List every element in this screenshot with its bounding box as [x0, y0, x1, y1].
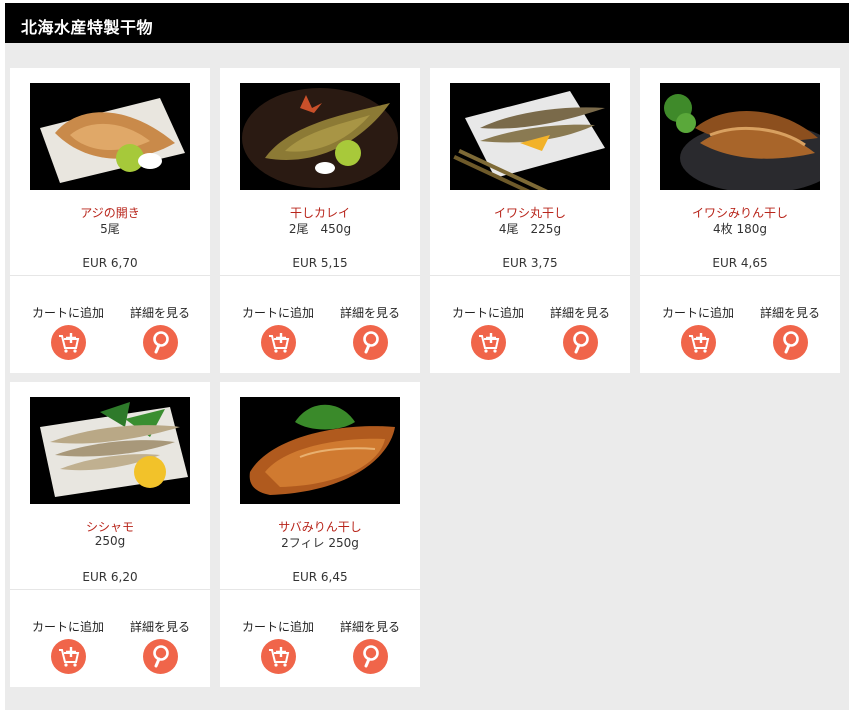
card-divider: [220, 589, 420, 590]
cart-plus-icon[interactable]: [470, 325, 506, 360]
view-details-button[interactable]: 詳細を見る: [110, 618, 210, 674]
product-name[interactable]: シシャモ: [10, 518, 210, 535]
product-price: EUR 6,45: [292, 570, 348, 584]
product-description: 2フィレ 250g: [281, 536, 359, 550]
magnifier-icon[interactable]: [352, 325, 388, 360]
view-details-label: 詳細を見る: [339, 620, 400, 634]
cart-plus-icon[interactable]: [50, 639, 86, 674]
product-description: 2尾 450g: [288, 222, 352, 236]
cart-plus-icon[interactable]: [260, 325, 296, 360]
product-name[interactable]: 干しカレイ: [220, 204, 420, 221]
add-to-cart-label: カートに追加: [241, 620, 314, 634]
view-details-label: 詳細を見る: [549, 306, 610, 320]
product-price: EUR 3,75: [502, 256, 558, 270]
product-name[interactable]: アジの開き: [10, 204, 210, 221]
add-to-cart-label: カートに追加: [31, 620, 104, 634]
magnifier-icon[interactable]: [562, 325, 598, 360]
card-divider: [430, 275, 630, 276]
add-to-cart-button[interactable]: カートに追加: [648, 304, 748, 360]
product-description: 4枚 180g: [713, 222, 767, 236]
view-details-label: 詳細を見る: [129, 306, 190, 320]
product-image-shishamo[interactable]: [30, 397, 190, 504]
add-to-cart-button[interactable]: カートに追加: [18, 304, 118, 360]
add-to-cart-button[interactable]: カートに追加: [228, 304, 328, 360]
card-divider: [220, 275, 420, 276]
product-name[interactable]: イワシ丸干し: [430, 204, 630, 221]
view-details-button[interactable]: 詳細を見る: [320, 304, 420, 360]
magnifier-icon[interactable]: [772, 325, 808, 360]
page-title: 北海水産特製干物: [21, 18, 154, 37]
product-card: 干しカレイ 2尾 450g EUR 5,15 カートに追加 詳細を見る: [220, 68, 420, 373]
add-to-cart-button[interactable]: カートに追加: [438, 304, 538, 360]
add-to-cart-label: カートに追加: [661, 306, 734, 320]
product-image-iwashi-mirin[interactable]: [660, 83, 820, 190]
product-image-karei[interactable]: [240, 83, 400, 190]
product-name[interactable]: サバみりん干し: [220, 518, 420, 535]
product-image-saba-mirin[interactable]: [240, 397, 400, 504]
card-divider: [10, 275, 210, 276]
cart-plus-icon[interactable]: [50, 325, 86, 360]
cart-plus-icon[interactable]: [260, 639, 296, 674]
view-details-label: 詳細を見る: [129, 620, 190, 634]
product-card: イワシみりん干し 4枚 180g EUR 4,65 カートに追加 詳細を見る: [640, 68, 840, 373]
product-grid: アジの開き 5尾 EUR 6,70 カートに追加 詳細を見る 干しカレイ 2尾 …: [5, 43, 849, 710]
view-details-button[interactable]: 詳細を見る: [110, 304, 210, 360]
view-details-button[interactable]: 詳細を見る: [320, 618, 420, 674]
product-price: EUR 6,70: [82, 256, 138, 270]
cart-plus-icon[interactable]: [680, 325, 716, 360]
magnifier-icon[interactable]: [142, 325, 178, 360]
card-divider: [10, 589, 210, 590]
product-price: EUR 4,65: [712, 256, 768, 270]
page-header: 北海水産特製干物: [5, 3, 849, 43]
product-card: サバみりん干し 2フィレ 250g EUR 6,45 カートに追加 詳細を見る: [220, 382, 420, 687]
product-price: EUR 6,20: [82, 570, 138, 584]
view-details-label: 詳細を見る: [339, 306, 400, 320]
add-to-cart-button[interactable]: カートに追加: [228, 618, 328, 674]
product-image-iwashi-maruboshi[interactable]: [450, 83, 610, 190]
product-description: 4尾 225g: [498, 222, 562, 236]
card-divider: [640, 275, 840, 276]
view-details-button[interactable]: 詳細を見る: [740, 304, 840, 360]
magnifier-icon[interactable]: [352, 639, 388, 674]
add-to-cart-label: カートに追加: [31, 306, 104, 320]
product-card: アジの開き 5尾 EUR 6,70 カートに追加 詳細を見る: [10, 68, 210, 373]
add-to-cart-label: カートに追加: [241, 306, 314, 320]
magnifier-icon[interactable]: [142, 639, 178, 674]
view-details-button[interactable]: 詳細を見る: [530, 304, 630, 360]
product-card: イワシ丸干し 4尾 225g EUR 3,75 カートに追加 詳細を見る: [430, 68, 630, 373]
product-card: シシャモ 250g EUR 6,20 カートに追加 詳細を見る: [10, 382, 210, 687]
product-description: 5尾: [100, 222, 120, 236]
product-image-aji[interactable]: [30, 83, 190, 190]
product-name[interactable]: イワシみりん干し: [640, 204, 840, 221]
add-to-cart-label: カートに追加: [451, 306, 524, 320]
add-to-cart-button[interactable]: カートに追加: [18, 618, 118, 674]
view-details-label: 詳細を見る: [759, 306, 820, 320]
product-description: 250g: [94, 534, 126, 548]
product-price: EUR 5,15: [292, 256, 348, 270]
